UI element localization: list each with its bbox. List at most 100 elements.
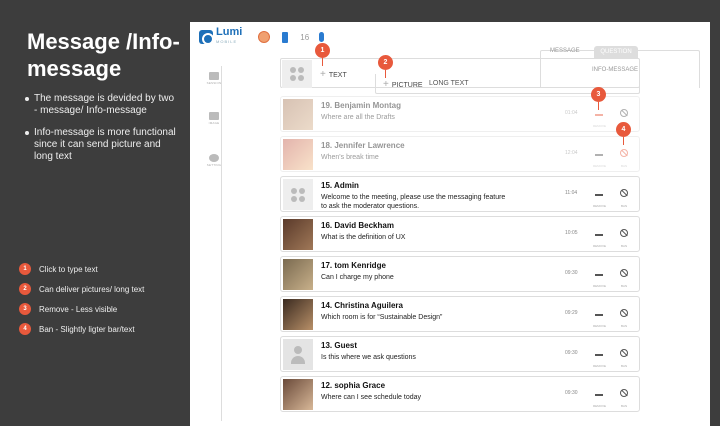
microphone-icon[interactable] — [319, 32, 325, 42]
remove-icon[interactable] — [595, 114, 603, 116]
annotation-pin — [623, 137, 624, 145]
remove-label: REMOVE — [593, 324, 607, 328]
remove-icon[interactable] — [595, 314, 603, 316]
message-row[interactable]: 17. tom Kenridge Can I charge my phone 0… — [280, 256, 640, 292]
remove-icon[interactable] — [595, 234, 603, 236]
sidebar-item-setting[interactable]: SETTING — [203, 154, 225, 167]
camera-icon — [209, 112, 219, 120]
remove-label: REMOVE — [593, 164, 607, 168]
bullet-list: The message is devided by two - message/… — [25, 93, 180, 173]
sidebar-item-image[interactable]: IMAGE — [203, 112, 225, 125]
add-picture-button[interactable]: + PICTURE — [383, 79, 423, 90]
logo-subtext: MOBILE — [216, 39, 238, 44]
ban-icon[interactable] — [620, 229, 628, 237]
message-list: 19. Benjamin Montag Where are all the Dr… — [280, 96, 640, 416]
ban-icon[interactable] — [620, 349, 628, 357]
remove-label: REMOVE — [593, 284, 607, 288]
message-row[interactable]: 12. sophia Grace Where can I see schedul… — [280, 376, 640, 412]
phone-icon[interactable] — [282, 31, 289, 43]
sidebar: SESSION IMAGE SETTING — [200, 66, 222, 421]
message-time: 09:30 — [565, 270, 578, 276]
legend-text: Can deliver pictures/ long text — [39, 284, 145, 294]
ban-icon[interactable] — [620, 269, 628, 277]
message-text: What is the definition of UX — [321, 234, 406, 241]
plus-icon: + — [320, 69, 326, 80]
legend-text: Ban - Slightly ligter bar/text — [39, 324, 135, 334]
message-text: Is this where we ask questions — [321, 354, 416, 361]
tab-message[interactable]: MESSAGE — [550, 48, 580, 54]
legend-text: Remove - Less visible — [39, 304, 118, 314]
add-text-button[interactable]: + TEXT — [320, 69, 347, 80]
remove-icon[interactable] — [595, 154, 603, 156]
legend-item: 1 Click to type text — [19, 262, 184, 276]
sidebar-item-session[interactable]: SESSION — [203, 72, 225, 85]
message-text: Where can I see schedule today — [321, 394, 422, 401]
remove-label: REMOVE — [593, 204, 607, 208]
composer-avatar — [282, 60, 312, 88]
sidebar-label: SESSION — [206, 81, 222, 85]
ban-label: BAN — [621, 364, 628, 368]
message-time: 09:30 — [565, 350, 578, 356]
remove-icon[interactable] — [595, 274, 603, 276]
session-badge-icon[interactable] — [258, 31, 271, 43]
message-time: 12:04 — [565, 150, 578, 156]
avatar — [283, 219, 313, 250]
message-sender: 19. Benjamin Montag — [321, 101, 402, 110]
tab-question[interactable]: QUESTION — [594, 46, 638, 58]
lumi-splat-icon — [291, 187, 305, 202]
avatar — [283, 139, 313, 170]
message-row[interactable]: 15. Admin Welcome to the meeting, please… — [280, 176, 640, 212]
sidebar-label: IMAGE — [208, 121, 220, 125]
participant-count: 16 — [300, 32, 310, 42]
message-text: When's break time — [321, 154, 379, 161]
annotation-marker-4: 4 — [616, 122, 631, 137]
avatar — [283, 299, 313, 330]
avatar — [283, 379, 313, 410]
legend-item: 3 Remove - Less visible — [19, 302, 184, 316]
legend-number: 3 — [19, 303, 31, 315]
ban-icon[interactable] — [620, 389, 628, 397]
logo-text: Lumi — [216, 26, 243, 38]
legend: 1 Click to type text 2 Can deliver picture… — [19, 262, 184, 342]
legend-number: 4 — [19, 323, 31, 335]
message-time: 09:29 — [565, 310, 578, 316]
annotation-pin — [385, 70, 386, 78]
ban-icon[interactable] — [620, 109, 628, 117]
legend-text: Click to type text — [39, 264, 98, 274]
avatar — [283, 259, 313, 290]
app-screen: Lumi MOBILE 16 SESSION IMAGE SETTING MES… — [190, 22, 710, 426]
legend-number: 2 — [19, 283, 31, 295]
avatar — [283, 339, 313, 370]
long-text-button[interactable]: LONG TEXT — [429, 80, 469, 87]
message-row[interactable]: 13. Guest Is this where we ask questions… — [280, 336, 640, 372]
message-row[interactable]: 16. David Beckham What is the definition… — [280, 216, 640, 252]
plus-icon: + — [383, 79, 389, 90]
message-text: Can I charge my phone — [321, 274, 394, 281]
message-row[interactable]: 19. Benjamin Montag Where are all the Dr… — [280, 96, 640, 132]
ban-icon[interactable] — [620, 309, 628, 317]
legend-item: 2 Can deliver pictures/ long text — [19, 282, 184, 296]
message-sender: 16. David Beckham — [321, 221, 394, 230]
ban-label: BAN — [621, 404, 628, 408]
ban-icon[interactable] — [620, 149, 628, 157]
message-time: 11:04 — [565, 190, 578, 196]
annotation-pin — [598, 102, 599, 110]
remove-label: REMOVE — [593, 244, 607, 248]
message-sender: 14. Christina Aguilera — [321, 301, 403, 310]
message-sender: 13. Guest — [321, 341, 358, 350]
message-row[interactable]: 18. Jennifer Lawrence When's break time … — [280, 136, 640, 172]
ban-label: BAN — [621, 324, 628, 328]
remove-label: REMOVE — [593, 124, 607, 128]
remove-icon[interactable] — [595, 394, 603, 396]
remove-icon[interactable] — [595, 354, 603, 356]
folder-icon — [209, 72, 219, 80]
remove-label: REMOVE — [593, 364, 607, 368]
logo-bubble-icon — [199, 30, 214, 45]
message-sender: 15. Admin — [321, 181, 359, 190]
ban-icon[interactable] — [620, 189, 628, 197]
message-row[interactable]: 14. Christina Aguilera Which room is for… — [280, 296, 640, 332]
app-logo[interactable]: Lumi MOBILE — [199, 26, 243, 46]
annotation-pin — [322, 58, 323, 66]
remove-icon[interactable] — [595, 194, 603, 196]
message-time: 09:30 — [565, 390, 578, 396]
